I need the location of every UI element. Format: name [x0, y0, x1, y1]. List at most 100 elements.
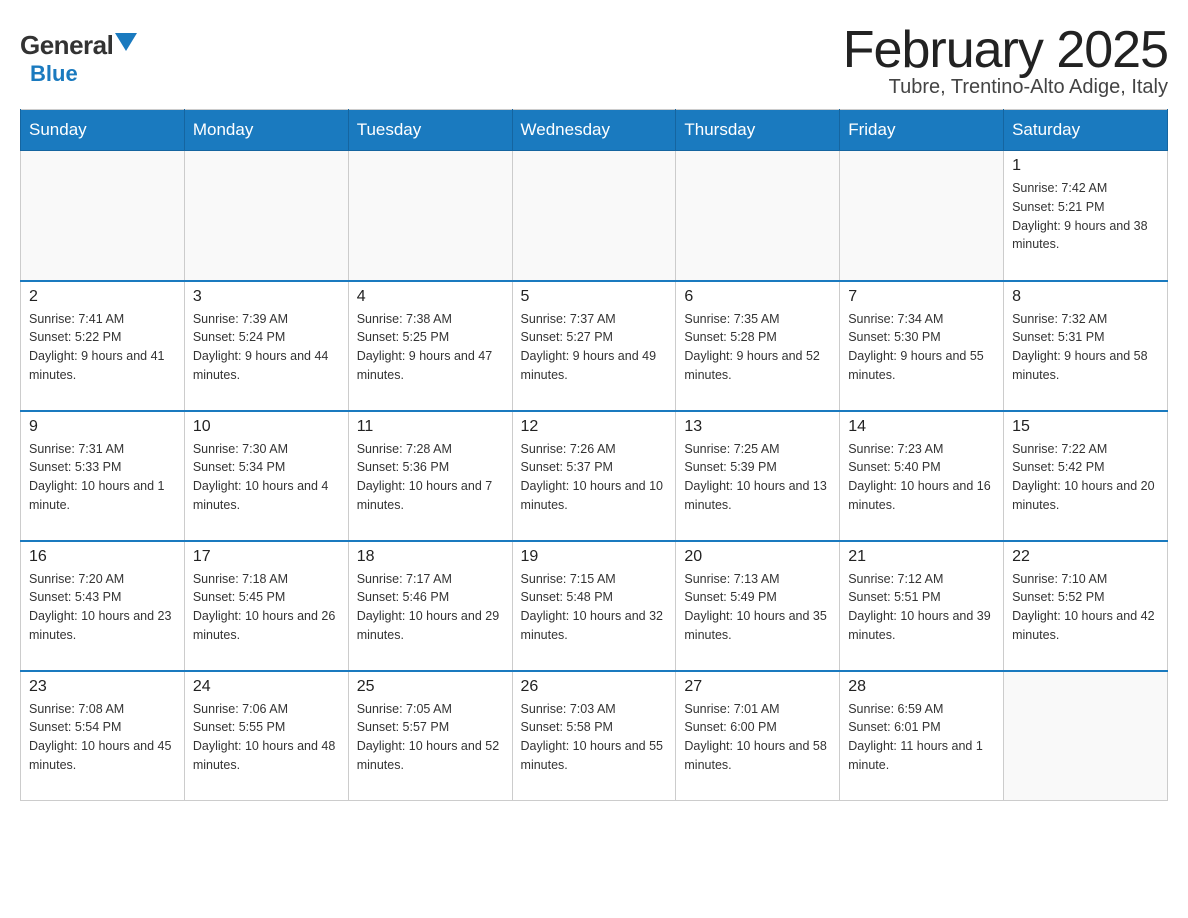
table-row: 24Sunrise: 7:06 AMSunset: 5:55 PMDayligh… [184, 671, 348, 801]
table-row: 5 Sunrise: 7:37 AMSunset: 5:27 PMDaylight… [512, 281, 676, 411]
table-row: 21 Sunrise: 7:12 AMSunset: 5:51 PMDayligh… [840, 541, 1004, 671]
table-row: 22Sunrise: 7:10 AMSunset: 5:52 PMDayligh… [1004, 541, 1168, 671]
day-info: Sunrise: 7:30 AMSunset: 5:34 PMDaylight:… [193, 440, 340, 515]
col-saturday: Saturday [1004, 110, 1168, 151]
day-info: Sunrise: 7:25 AMSunset: 5:39 PMDaylight:… [684, 440, 831, 515]
table-row: 14 Sunrise: 7:23 AMSunset: 5:40 PMDayligh… [840, 411, 1004, 541]
col-thursday: Thursday [676, 110, 840, 151]
day-number: 25 [357, 678, 504, 696]
day-info: Sunrise: 7:31 AMSunset: 5:33 PMDaylight:… [29, 440, 176, 515]
month-title: February 2025 [843, 20, 1168, 80]
day-number: 13 [684, 418, 831, 436]
logo-blue-text: Blue [30, 61, 78, 87]
table-row: 2Sunrise: 7:41 AMSunset: 5:22 PMDaylight… [21, 281, 185, 411]
table-row: 13 Sunrise: 7:25 AMSunset: 5:39 PMDayligh… [676, 411, 840, 541]
calendar-week-row: 23Sunrise: 7:08 AMSunset: 5:54 PMDayligh… [21, 671, 1168, 801]
day-info: Sunrise: 7:37 AMSunset: 5:27 PMDaylight:… [521, 310, 668, 385]
logo: General Blue [20, 20, 137, 87]
table-row [676, 151, 840, 281]
day-number: 27 [684, 678, 831, 696]
table-row: 6 Sunrise: 7:35 AMSunset: 5:28 PMDaylight… [676, 281, 840, 411]
day-number: 17 [193, 548, 340, 566]
calendar-week-row: 2Sunrise: 7:41 AMSunset: 5:22 PMDaylight… [21, 281, 1168, 411]
day-number: 16 [29, 548, 176, 566]
day-number: 3 [193, 288, 340, 306]
day-number: 7 [848, 288, 995, 306]
day-info: Sunrise: 6:59 AMSunset: 6:01 PMDaylight:… [848, 700, 995, 775]
day-number: 5 [521, 288, 668, 306]
day-info: Sunrise: 7:28 AMSunset: 5:36 PMDaylight:… [357, 440, 504, 515]
calendar-table: Sunday Monday Tuesday Wednesday Thursday… [20, 109, 1168, 801]
table-row [512, 151, 676, 281]
day-number: 15 [1012, 418, 1159, 436]
calendar-header-row: Sunday Monday Tuesday Wednesday Thursday… [21, 110, 1168, 151]
day-info: Sunrise: 7:39 AMSunset: 5:24 PMDaylight:… [193, 310, 340, 385]
day-info: Sunrise: 7:42 AMSunset: 5:21 PMDaylight:… [1012, 179, 1159, 254]
table-row: 19Sunrise: 7:15 AMSunset: 5:48 PMDayligh… [512, 541, 676, 671]
table-row: 26Sunrise: 7:03 AMSunset: 5:58 PMDayligh… [512, 671, 676, 801]
day-number: 19 [521, 548, 668, 566]
table-row [348, 151, 512, 281]
day-number: 12 [521, 418, 668, 436]
day-info: Sunrise: 7:26 AMSunset: 5:37 PMDaylight:… [521, 440, 668, 515]
table-row: 8Sunrise: 7:32 AMSunset: 5:31 PMDaylight… [1004, 281, 1168, 411]
table-row: 16 Sunrise: 7:20 AMSunset: 5:43 PMDayligh… [21, 541, 185, 671]
day-number: 23 [29, 678, 176, 696]
logo-general-text: General [20, 30, 113, 61]
table-row: 4Sunrise: 7:38 AMSunset: 5:25 PMDaylight… [348, 281, 512, 411]
day-info: Sunrise: 7:35 AMSunset: 5:28 PMDaylight:… [684, 310, 831, 385]
calendar-week-row: 16 Sunrise: 7:20 AMSunset: 5:43 PMDayligh… [21, 541, 1168, 671]
col-monday: Monday [184, 110, 348, 151]
day-info: Sunrise: 7:22 AMSunset: 5:42 PMDaylight:… [1012, 440, 1159, 515]
table-row [1004, 671, 1168, 801]
col-wednesday: Wednesday [512, 110, 676, 151]
table-row: 28Sunrise: 6:59 AMSunset: 6:01 PMDayligh… [840, 671, 1004, 801]
day-info: Sunrise: 7:23 AMSunset: 5:40 PMDaylight:… [848, 440, 995, 515]
col-tuesday: Tuesday [348, 110, 512, 151]
table-row [21, 151, 185, 281]
col-friday: Friday [840, 110, 1004, 151]
day-number: 2 [29, 288, 176, 306]
day-number: 1 [1012, 157, 1159, 175]
table-row: 9 Sunrise: 7:31 AMSunset: 5:33 PMDaylight… [21, 411, 185, 541]
day-number: 24 [193, 678, 340, 696]
table-row: 20 Sunrise: 7:13 AMSunset: 5:49 PMDayligh… [676, 541, 840, 671]
day-info: Sunrise: 7:34 AMSunset: 5:30 PMDaylight:… [848, 310, 995, 385]
table-row: 1 Sunrise: 7:42 AMSunset: 5:21 PMDaylight… [1004, 151, 1168, 281]
table-row: 18Sunrise: 7:17 AMSunset: 5:46 PMDayligh… [348, 541, 512, 671]
table-row: 17 Sunrise: 7:18 AMSunset: 5:45 PMDayligh… [184, 541, 348, 671]
logo-triangle-icon [115, 33, 137, 55]
table-row [840, 151, 1004, 281]
day-info: Sunrise: 7:10 AMSunset: 5:52 PMDaylight:… [1012, 570, 1159, 645]
day-info: Sunrise: 7:20 AMSunset: 5:43 PMDaylight:… [29, 570, 176, 645]
day-number: 9 [29, 418, 176, 436]
day-info: Sunrise: 7:32 AMSunset: 5:31 PMDaylight:… [1012, 310, 1159, 385]
day-number: 20 [684, 548, 831, 566]
title-block: February 2025 Tubre, Trentino-Alto Adige… [843, 20, 1168, 99]
day-number: 11 [357, 418, 504, 436]
table-row: 25 Sunrise: 7:05 AMSunset: 5:57 PMDayligh… [348, 671, 512, 801]
day-number: 10 [193, 418, 340, 436]
table-row: 3 Sunrise: 7:39 AMSunset: 5:24 PMDaylight… [184, 281, 348, 411]
col-sunday: Sunday [21, 110, 185, 151]
day-number: 21 [848, 548, 995, 566]
calendar-week-row: 1 Sunrise: 7:42 AMSunset: 5:21 PMDaylight… [21, 151, 1168, 281]
day-info: Sunrise: 7:01 AMSunset: 6:00 PMDaylight:… [684, 700, 831, 775]
calendar-week-row: 9 Sunrise: 7:31 AMSunset: 5:33 PMDaylight… [21, 411, 1168, 541]
day-info: Sunrise: 7:18 AMSunset: 5:45 PMDaylight:… [193, 570, 340, 645]
location-text: Tubre, Trentino-Alto Adige, Italy [843, 76, 1168, 99]
table-row: 15 Sunrise: 7:22 AMSunset: 5:42 PMDayligh… [1004, 411, 1168, 541]
day-info: Sunrise: 7:13 AMSunset: 5:49 PMDaylight:… [684, 570, 831, 645]
day-number: 18 [357, 548, 504, 566]
table-row: 27 Sunrise: 7:01 AMSunset: 6:00 PMDayligh… [676, 671, 840, 801]
table-row: 23Sunrise: 7:08 AMSunset: 5:54 PMDayligh… [21, 671, 185, 801]
table-row: 10 Sunrise: 7:30 AMSunset: 5:34 PMDayligh… [184, 411, 348, 541]
day-number: 4 [357, 288, 504, 306]
day-number: 26 [521, 678, 668, 696]
day-info: Sunrise: 7:12 AMSunset: 5:51 PMDaylight:… [848, 570, 995, 645]
day-info: Sunrise: 7:05 AMSunset: 5:57 PMDaylight:… [357, 700, 504, 775]
day-number: 6 [684, 288, 831, 306]
table-row: 11 Sunrise: 7:28 AMSunset: 5:36 PMDayligh… [348, 411, 512, 541]
table-row [184, 151, 348, 281]
day-number: 14 [848, 418, 995, 436]
